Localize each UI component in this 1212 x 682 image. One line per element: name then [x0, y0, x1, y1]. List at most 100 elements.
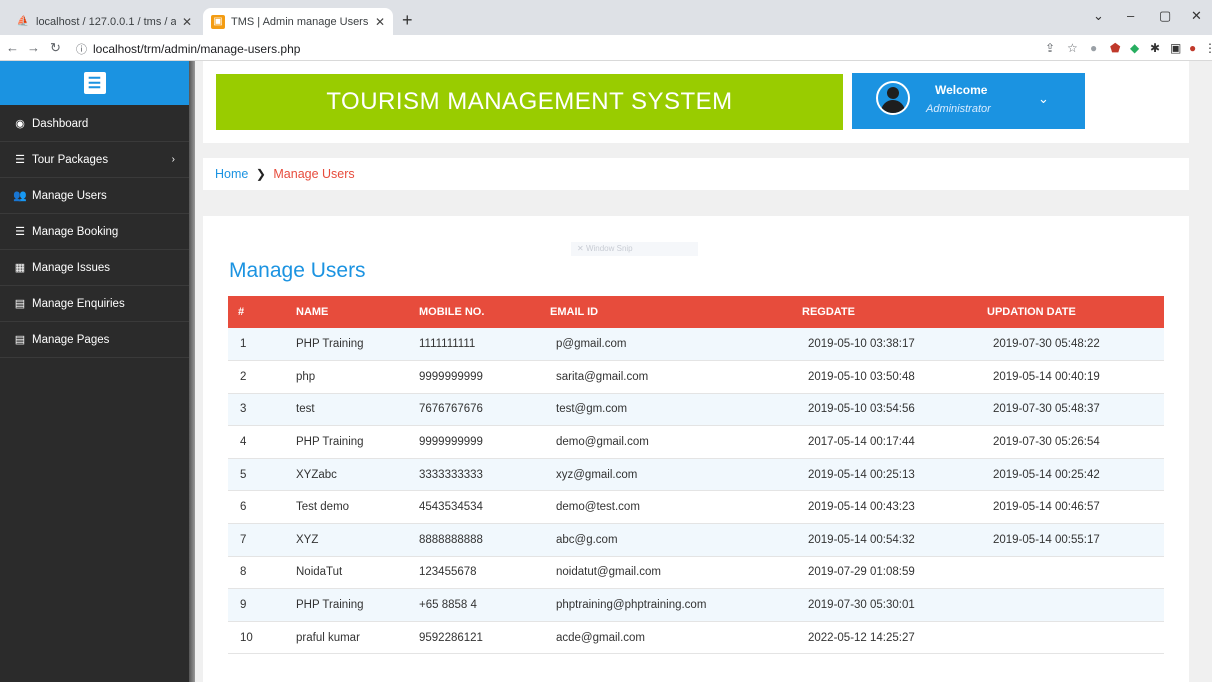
chevron-down-icon: ⌄ — [1038, 91, 1049, 106]
tab-title: localhost / 127.0.0.1 / tms / adm — [36, 15, 176, 28]
sidebar-item-label: Manage Issues — [32, 261, 110, 274]
column-header[interactable]: EMAIL ID — [550, 296, 802, 328]
breadcrumb-current: Manage Users — [273, 167, 355, 181]
bookmark-star-icon[interactable]: ☆ — [1067, 41, 1078, 55]
browser-tab[interactable]: ⛵ localhost / 127.0.0.1 / tms / adm ✕ — [8, 8, 200, 35]
extension-icon[interactable]: ● — [1090, 41, 1097, 55]
table-cell: NoidaTut — [296, 566, 343, 579]
welcome-label: Welcome — [935, 83, 988, 97]
url-field[interactable]: ⓘ localhost/trm/admin/manage-users.php — [76, 41, 300, 57]
reload-icon[interactable]: ↻ — [50, 40, 61, 56]
table-cell: p@gmail.com — [556, 338, 627, 351]
table-cell: xyz@gmail.com — [556, 468, 638, 481]
sidebar-item-manage-pages[interactable]: ▤ Manage Pages — [0, 322, 189, 358]
browser-tab-active[interactable]: ▣ TMS | Admin manage Users ✕ — [203, 8, 393, 35]
sidebar-item-manage-issues[interactable]: ▦ Manage Issues — [0, 250, 189, 286]
table-cell: 2019-05-14 00:54:32 — [808, 533, 915, 546]
sidebar-toggle-button[interactable]: ☰ — [0, 61, 189, 105]
column-header[interactable]: MOBILE NO. — [419, 296, 550, 328]
table-row: 8 NoidaTut 123455678 noidatut@gmail.com 2019… — [228, 556, 1164, 589]
extensions-puzzle-icon[interactable]: ✱ — [1150, 41, 1160, 55]
browser-tab-strip: ⛵ localhost / 127.0.0.1 / tms / adm ✕ ▣ … — [0, 0, 1212, 35]
table-cell — [987, 621, 1164, 654]
sidebar-item-label: Tour Packages — [32, 153, 109, 166]
profile-avatar-icon[interactable]: ● — [1189, 41, 1196, 55]
column-header[interactable]: # — [228, 296, 290, 328]
share-icon[interactable]: ⇪ — [1045, 41, 1055, 55]
ublock-icon[interactable]: ⬟ — [1110, 41, 1120, 55]
table-cell: 2019-05-14 00:40:19 — [993, 370, 1100, 383]
table-cell: 2 — [240, 370, 247, 383]
maximize-icon[interactable]: ▢ — [1159, 8, 1171, 24]
file-icon: ▤ — [14, 334, 26, 346]
extension-icon[interactable]: ◆ — [1130, 41, 1139, 55]
sidebar-item-manage-enquiries[interactable]: ▤ Manage Enquiries — [0, 286, 189, 322]
new-tab-icon[interactable]: + — [402, 10, 413, 31]
table-cell: 7676767676 — [419, 403, 483, 416]
sidebar-item-dashboard[interactable]: ◉ Dashboard — [0, 106, 189, 142]
table-cell: XYZ — [296, 533, 319, 546]
table-cell: 8 — [240, 566, 247, 579]
table-cell: praful kumar — [296, 631, 360, 644]
breadcrumb-home-link[interactable]: Home — [215, 167, 248, 181]
table-cell: 2019-05-10 03:38:17 — [808, 338, 915, 351]
side-panel-icon[interactable]: ▣ — [1170, 41, 1181, 55]
table-cell: 3 — [240, 403, 247, 416]
sidebar-item-manage-users[interactable]: 👥 Manage Users — [0, 178, 189, 214]
table-cell: 2019-07-29 01:08:59 — [808, 566, 915, 579]
table-row: 7 XYZ 8888888888 abc@g.com 2019-05-14 00:54:… — [228, 523, 1164, 557]
table-cell: PHP Training — [296, 436, 364, 449]
menu-kebab-icon[interactable]: ⋮ — [1204, 41, 1212, 55]
table-row: 3 test 7676767676 test@gm.com 2019-05-10 03:… — [228, 393, 1164, 426]
table-cell: Test demo — [296, 501, 350, 514]
table-cell: 2019-05-14 00:25:13 — [808, 468, 915, 481]
table-row: 4 PHP Training 9999999999 demo@gmail.com 201… — [228, 426, 1164, 459]
column-header[interactable]: NAME — [290, 296, 419, 328]
users-table: # NAME MOBILE NO. EMAIL ID REGDATE UPDAT… — [228, 296, 1164, 654]
hamburger-icon: ☰ — [83, 72, 106, 94]
back-icon[interactable]: ← — [6, 40, 19, 55]
table-cell: 8888888888 — [419, 533, 483, 546]
table-row: 10 praful kumar 9592286121 acde@gmail.com 20… — [228, 621, 1164, 654]
table-cell: 9 — [240, 599, 247, 612]
column-header[interactable]: UPDATION DATE — [987, 296, 1164, 328]
close-tab-icon[interactable]: ✕ — [182, 15, 192, 29]
table-cell: 2019-05-14 00:43:23 — [808, 501, 915, 514]
table-cell: demo@gmail.com — [556, 436, 649, 449]
brand-title: TOURISM MANAGEMENT SYSTEM — [216, 74, 843, 130]
table-cell: noidatut@gmail.com — [556, 566, 661, 579]
sidebar-item-tour-packages[interactable]: ☰ Tour Packages › — [0, 142, 189, 178]
chevron-right-icon: › — [171, 154, 175, 165]
column-header[interactable]: REGDATE — [802, 296, 987, 328]
sidebar-item-manage-booking[interactable]: ☰ Manage Booking — [0, 214, 189, 250]
table-cell: +65 8858 4 — [419, 599, 477, 612]
minimize-icon[interactable]: – — [1127, 8, 1134, 23]
table-cell: PHP Training — [296, 599, 364, 612]
sidebar-item-label: Manage Users — [32, 189, 107, 202]
table-cell: 10 — [240, 631, 253, 644]
table-cell — [987, 556, 1164, 589]
close-tab-icon[interactable]: ✕ — [375, 15, 385, 29]
table-cell: 4 — [240, 436, 247, 449]
info-icon: ⓘ — [76, 44, 87, 56]
table-cell: 3333333333 — [419, 468, 483, 481]
table-row: 5 XYZabc 3333333333 xyz@gmail.com 2019-05-14… — [228, 458, 1164, 491]
dashboard-icon: ◉ — [15, 118, 25, 130]
sidebar-item-label: Manage Pages — [32, 333, 110, 346]
site-favicon-icon: ▣ — [211, 14, 225, 29]
table-cell — [987, 589, 1164, 622]
tab-search-icon[interactable]: ⌄ — [1093, 8, 1104, 24]
address-bar: ← → ↻ ⓘ localhost/trm/admin/manage-users.… — [0, 35, 1212, 61]
table-cell: acde@gmail.com — [556, 631, 646, 644]
sidebar-edge — [189, 61, 195, 682]
table-row: 2 php 9999999999 sarita@gmail.com 2019-05-10… — [228, 361, 1164, 394]
table-cell: phptraining@phptraining.com — [556, 599, 707, 612]
table-cell: 1111111111 — [419, 338, 476, 351]
close-window-icon[interactable]: ✕ — [1191, 8, 1202, 24]
sidebar-item-label: Manage Booking — [32, 225, 119, 238]
table-cell: demo@test.com — [556, 501, 640, 514]
sidebar-item-label: Manage Enquiries — [32, 297, 125, 310]
forward-icon[interactable]: → — [27, 40, 40, 55]
user-menu-button[interactable]: Welcome Administrator ⌄ — [852, 73, 1085, 129]
table-cell: XYZabc — [296, 468, 337, 481]
